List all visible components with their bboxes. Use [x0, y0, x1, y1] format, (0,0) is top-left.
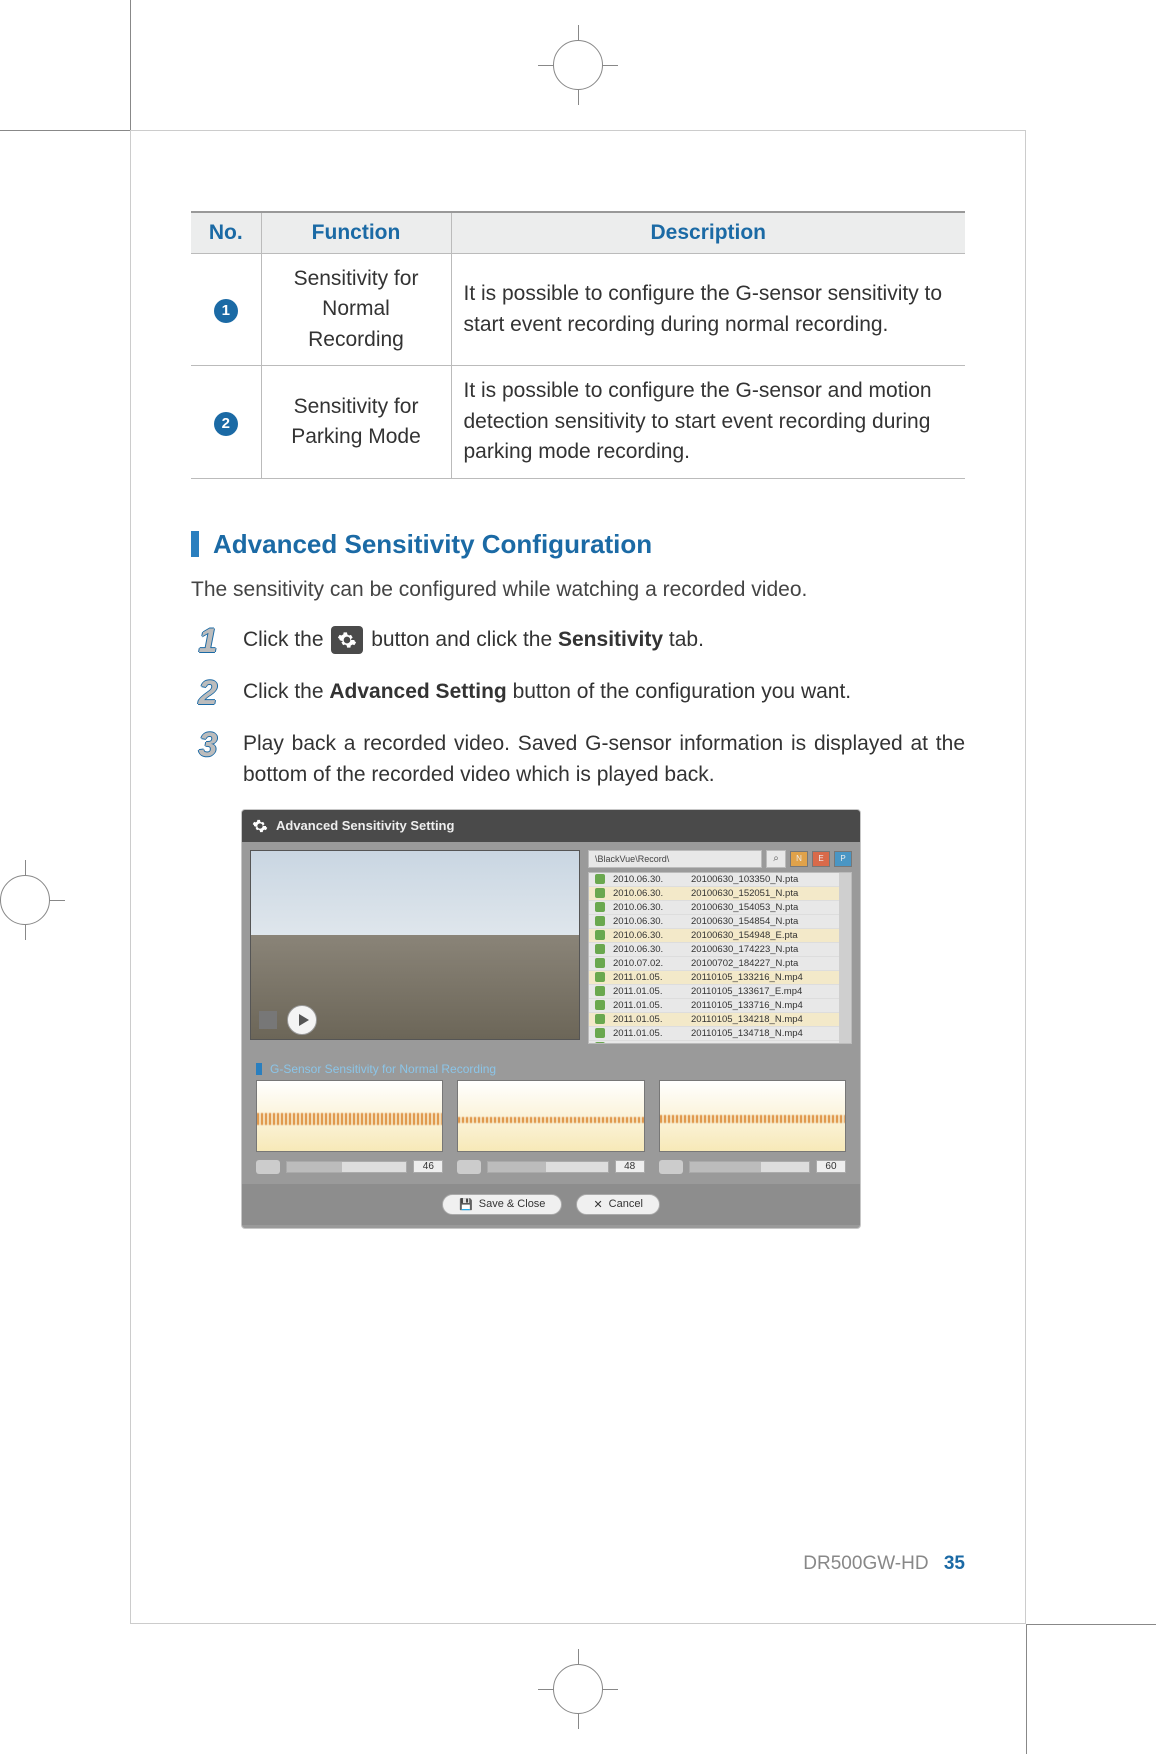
- filter-p[interactable]: P: [834, 851, 852, 867]
- th-fn: Function: [261, 212, 451, 254]
- th-no: No.: [191, 212, 261, 254]
- text: tab.: [669, 628, 704, 651]
- sensitivity-slider-y[interactable]: 48: [457, 1160, 644, 1174]
- sensitivity-slider-z[interactable]: 60: [659, 1160, 846, 1174]
- callout-number-2: 2: [214, 412, 238, 436]
- file-list-panel: \BlackVue\Record\ ⌕ N E P 2010.06.30.201…: [588, 850, 852, 1044]
- section-title: Advanced Sensitivity Configuration: [213, 529, 652, 560]
- speaker-icon[interactable]: [259, 1011, 277, 1029]
- table-row: 1 Sensitivity for Normal Recording It is…: [191, 254, 965, 366]
- slider-value: 48: [615, 1160, 645, 1173]
- path-field[interactable]: \BlackVue\Record\: [588, 850, 762, 868]
- file-row[interactable]: 2011.01.05.20110105_133617_E.mp4: [589, 985, 839, 999]
- text: button of the configuration you want.: [513, 680, 852, 703]
- sensor-graph-z: [659, 1080, 846, 1152]
- step-number: 2: [191, 676, 225, 710]
- fn-cell: Sensitivity for Parking Mode: [261, 366, 451, 478]
- cancel-button[interactable]: ✕Cancel: [576, 1194, 659, 1215]
- gear-icon[interactable]: [331, 626, 363, 654]
- filter-e[interactable]: E: [812, 851, 830, 867]
- desc-cell: It is possible to configure the G-sensor…: [451, 254, 965, 366]
- th-desc: Description: [451, 212, 965, 254]
- save-close-button[interactable]: 💾Save & Close: [442, 1194, 562, 1215]
- file-row[interactable]: 2011.01.05.20110105_135219_N.mp4: [589, 1041, 839, 1044]
- text: Click the: [243, 680, 329, 703]
- table-row: 2 Sensitivity for Parking Mode It is pos…: [191, 366, 965, 478]
- file-row[interactable]: 2010.06.30.20100630_152051_N.pta: [589, 887, 839, 901]
- scrollbar[interactable]: [839, 873, 851, 1043]
- sensor-graph-x: [256, 1080, 443, 1152]
- file-row[interactable]: 2010.06.30.20100630_154854_N.pta: [589, 915, 839, 929]
- app-titlebar: Advanced Sensitivity Setting: [242, 810, 860, 842]
- step-1: 1 Click the button and click the Sensiti…: [191, 624, 965, 658]
- section-heading: Advanced Sensitivity Configuration: [191, 529, 965, 560]
- callout-table: No. Function Description 1 Sensitivity f…: [191, 211, 965, 479]
- sensitivity-slider-x[interactable]: 46: [256, 1160, 443, 1174]
- text: button and click the: [371, 628, 558, 651]
- text: Click the: [243, 628, 329, 651]
- file-row[interactable]: 2011.01.05.20110105_133716_N.mp4: [589, 999, 839, 1013]
- step-2: 2 Click the Advanced Setting button of t…: [191, 676, 965, 710]
- page-footer: DR500GW-HD 35: [803, 1553, 965, 1575]
- file-row[interactable]: 2010.06.30.20100630_174223_N.pta: [589, 943, 839, 957]
- car-icon: [256, 1160, 280, 1174]
- file-row[interactable]: 2010.06.30.20100630_154053_N.pta: [589, 901, 839, 915]
- slider-value: 46: [413, 1160, 443, 1173]
- fn-cell: Sensitivity for Normal Recording: [261, 254, 451, 366]
- app-title: Advanced Sensitivity Setting: [276, 818, 454, 833]
- text: Play back a recorded video. Saved G-sens…: [243, 728, 965, 791]
- file-row[interactable]: 2011.01.05.20110105_134718_N.mp4: [589, 1027, 839, 1041]
- sensor-section-title: G-Sensor Sensitivity for Normal Recordin…: [242, 1052, 860, 1080]
- step-number: 1: [191, 624, 225, 658]
- file-row[interactable]: 2011.01.05.20110105_134218_N.mp4: [589, 1013, 839, 1027]
- play-button[interactable]: [287, 1005, 317, 1035]
- car-icon: [457, 1160, 481, 1174]
- heading-bar-icon: [191, 531, 199, 557]
- gear-icon: [252, 818, 268, 834]
- car-icon: [659, 1160, 683, 1174]
- sensor-graph-y: [457, 1080, 644, 1152]
- app-screenshot: Advanced Sensitivity Setting \BlackVue\R…: [241, 809, 861, 1229]
- page-number: 35: [944, 1553, 965, 1574]
- filter-n[interactable]: N: [790, 851, 808, 867]
- slider-value: 60: [816, 1160, 846, 1173]
- bold-text: Sensitivity: [558, 628, 663, 651]
- file-row[interactable]: 2010.06.30.20100630_154948_E.pta: [589, 929, 839, 943]
- video-preview[interactable]: [250, 850, 580, 1040]
- step-number: 3: [191, 728, 225, 791]
- search-icon[interactable]: ⌕: [766, 850, 786, 868]
- manual-page: No. Function Description 1 Sensitivity f…: [130, 130, 1026, 1624]
- step-3: 3 Play back a recorded video. Saved G-se…: [191, 728, 965, 791]
- model-name: DR500GW-HD: [803, 1553, 928, 1574]
- intro-text: The sensitivity can be configured while …: [191, 578, 965, 602]
- file-row[interactable]: 2011.01.05.20110105_133216_N.mp4: [589, 971, 839, 985]
- file-list[interactable]: 2010.06.30.20100630_103350_N.pta2010.06.…: [588, 872, 852, 1044]
- file-row[interactable]: 2010.07.02.20100702_184227_N.pta: [589, 957, 839, 971]
- file-row[interactable]: 2010.06.30.20100630_103350_N.pta: [589, 873, 839, 887]
- bold-text: Advanced Setting: [329, 680, 506, 703]
- desc-cell: It is possible to configure the G-sensor…: [451, 366, 965, 478]
- callout-number-1: 1: [214, 299, 238, 323]
